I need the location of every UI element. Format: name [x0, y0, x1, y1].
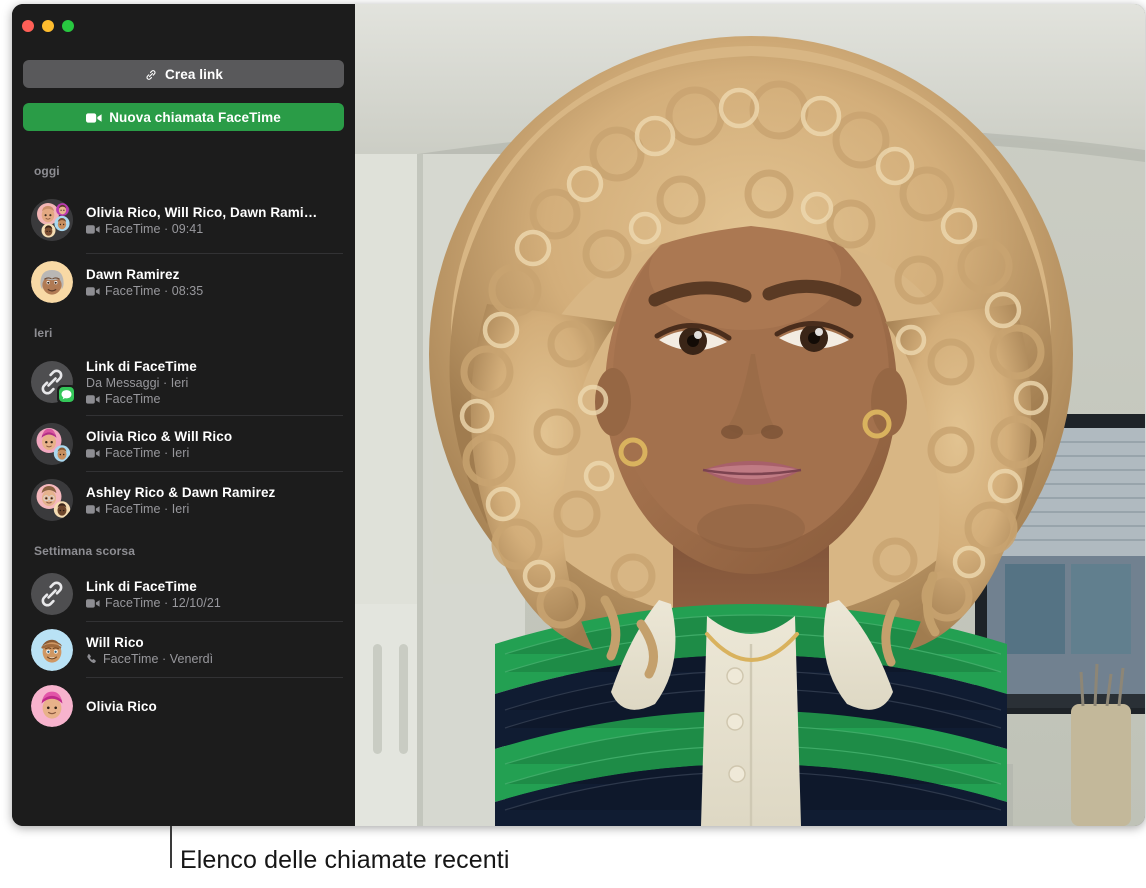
section-header-yesterday: Ieri [34, 326, 53, 340]
call-subtitle-text: FaceTime · 08:35 [105, 283, 204, 298]
section-header-last-week: Settimana scorsa [34, 544, 135, 558]
row-text: Dawn Ramirez FaceTime · 08:35 [86, 258, 343, 307]
video-camera-icon [86, 393, 100, 404]
annotation-caption: Elenco delle chiamate recenti [180, 846, 510, 874]
call-subtitle: FaceTime · Ieri [86, 501, 343, 517]
call-subtitle: FaceTime · 09:41 [86, 221, 343, 237]
call-subtitle: FaceTime · Ieri [86, 445, 343, 461]
call-subtitle-text: FaceTime · Ieri [105, 445, 190, 460]
contact-avatar-icon [31, 261, 73, 303]
video-camera-icon [86, 447, 100, 458]
row-text: Olivia Rico & Will Rico FaceTime · Ieri [86, 420, 343, 469]
call-title: Olivia Rico, Will Rico, Dawn Rami… [86, 204, 318, 220]
call-subtitle-text: FaceTime · Ieri [105, 501, 190, 516]
avatar [31, 361, 76, 404]
call-source: Da Messaggi · Ieri [86, 375, 189, 390]
new-facetime-call-label: Nuova chiamata FaceTime [109, 109, 281, 125]
maximize-window-button[interactable] [62, 20, 74, 32]
avatar [31, 199, 73, 241]
avatar [31, 423, 73, 465]
call-subtitle: FaceTime · Venerdì [86, 651, 343, 667]
callout-leader-line [170, 826, 172, 868]
window-controls [22, 20, 74, 32]
create-link-button[interactable]: Crea link [23, 60, 344, 88]
table-row[interactable]: Dawn Ramirez FaceTime · 08:35 [12, 254, 355, 310]
recent-calls-sidebar: Crea link Nuova chiamata FaceTime oggi O… [12, 4, 355, 826]
table-row[interactable]: Link di FaceTime Da Messaggi · Ieri Face… [12, 348, 355, 416]
avatar [31, 629, 73, 671]
pair-avatar-icon [31, 423, 73, 465]
video-preview-image [355, 4, 1145, 826]
table-row[interactable]: Olivia Rico & Will Rico FaceTime · Ieri [12, 416, 355, 472]
call-subtitle-text: FaceTime [105, 391, 161, 406]
call-subtitle: FaceTime · 08:35 [86, 283, 343, 299]
video-preview-pane[interactable] [355, 4, 1145, 826]
call-title: Ashley Rico & Dawn Ramirez [86, 484, 276, 500]
row-text: Olivia Rico, Will Rico, Dawn Rami… FaceT… [86, 196, 343, 245]
call-subtitle: FaceTime [86, 391, 343, 407]
table-row[interactable]: Will Rico FaceTime · Venerdì [12, 622, 355, 678]
avatar [31, 261, 73, 303]
screenshot-root: Crea link Nuova chiamata FaceTime oggi O… [0, 0, 1146, 888]
video-camera-icon [86, 112, 102, 124]
call-title: Will Rico [86, 634, 144, 650]
table-row[interactable]: Olivia Rico, Will Rico, Dawn Rami… FaceT… [12, 186, 355, 254]
new-facetime-call-button[interactable]: Nuova chiamata FaceTime [23, 103, 344, 131]
call-title: Olivia Rico & Will Rico [86, 428, 233, 444]
call-subtitle-text: FaceTime · 12/10/21 [105, 595, 221, 610]
row-text: Will Rico FaceTime · Venerdì [86, 626, 343, 675]
call-subtitle-text: FaceTime · 09:41 [105, 221, 204, 236]
messages-badge [57, 385, 76, 404]
call-subtitle: FaceTime · 12/10/21 [86, 595, 343, 611]
minimize-window-button[interactable] [42, 20, 54, 32]
avatar [31, 479, 73, 521]
video-camera-icon [86, 597, 100, 608]
table-row[interactable]: Olivia Rico [12, 678, 355, 734]
contact-avatar-icon [31, 629, 73, 671]
call-title: Link di FaceTime [86, 358, 197, 374]
avatar [31, 573, 73, 615]
create-link-label: Crea link [165, 66, 223, 82]
group-avatar-icon [31, 199, 73, 241]
facetime-window: Crea link Nuova chiamata FaceTime oggi O… [12, 4, 1145, 826]
link-avatar-icon [31, 573, 73, 615]
video-camera-icon [86, 285, 100, 296]
row-text: Olivia Rico [86, 690, 343, 723]
video-camera-icon [86, 503, 100, 514]
video-camera-icon [86, 223, 100, 234]
sidebar-actions: Crea link Nuova chiamata FaceTime [12, 60, 355, 131]
section-header-today: oggi [34, 164, 60, 178]
link-icon [144, 68, 158, 82]
call-title: Link di FaceTime [86, 578, 197, 594]
pair-avatar-icon [31, 479, 73, 521]
call-subtitle-text: FaceTime · Venerdì [103, 651, 214, 666]
call-title: Dawn Ramirez [86, 266, 180, 282]
row-text: Link di FaceTime FaceTime · 12/10/21 [86, 570, 343, 619]
recent-calls-list[interactable]: oggi Olivia Rico, Will Rico, Dawn Rami… … [12, 152, 355, 826]
row-text: Ashley Rico & Dawn Ramirez FaceTime · Ie… [86, 476, 343, 525]
call-title: Olivia Rico [86, 698, 157, 714]
contact-avatar-icon [31, 685, 73, 727]
phone-icon [86, 653, 98, 665]
close-window-button[interactable] [22, 20, 34, 32]
table-row[interactable]: Link di FaceTime FaceTime · 12/10/21 [12, 566, 355, 622]
table-row[interactable]: Ashley Rico & Dawn Ramirez FaceTime · Ie… [12, 472, 355, 528]
avatar [31, 685, 73, 727]
row-text: Link di FaceTime Da Messaggi · Ieri Face… [86, 350, 343, 415]
